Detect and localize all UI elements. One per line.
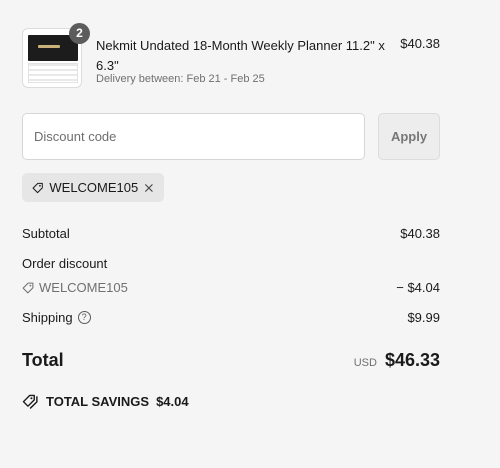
- applied-discount-code: WELCOME105: [49, 180, 139, 195]
- total-savings-value: $4.04: [156, 394, 189, 409]
- line-item-price: $40.38: [400, 36, 440, 51]
- tag-icon: [22, 282, 34, 293]
- currency-code: USD: [353, 357, 377, 369]
- total-row: Total USD $46.33: [22, 350, 440, 376]
- order-discount-label: Order discount: [22, 256, 108, 271]
- total-savings: TOTAL SAVINGS $4.04: [22, 394, 189, 409]
- discount-code-line: WELCOME105: [22, 280, 128, 295]
- shipping-label-group: Shipping ?: [22, 310, 91, 325]
- subtotal-value: $40.38: [400, 226, 440, 241]
- discount-code-form: Apply: [22, 113, 440, 160]
- discount-code-label: WELCOME105: [39, 280, 128, 295]
- planner-pages-image: [28, 63, 78, 83]
- quantity-badge: 2: [69, 23, 90, 44]
- total-amount: $46.33: [384, 350, 440, 370]
- help-circle-icon[interactable]: ?: [77, 311, 91, 324]
- total-amount-group: USD $46.33: [354, 350, 440, 371]
- discount-code-input[interactable]: [22, 113, 365, 160]
- apply-discount-button[interactable]: Apply: [378, 113, 440, 160]
- total-label: Total: [22, 350, 64, 370]
- tag-icon: [32, 182, 43, 193]
- close-icon[interactable]: [144, 182, 154, 194]
- product-title: Nekmit Undated 18-Month Weekly Planner 1…: [96, 38, 385, 73]
- shipping-value: $9.99: [407, 310, 440, 325]
- delivery-estimate: Delivery between: Feb 21 - Feb 25: [96, 73, 265, 85]
- product-thumbnail: 2: [22, 23, 90, 88]
- double-tag-icon: [22, 394, 38, 409]
- discount-amount: − $4.04: [396, 280, 440, 295]
- total-savings-label: TOTAL SAVINGS: [46, 394, 150, 409]
- applied-discount-chip: WELCOME105: [22, 173, 164, 202]
- subtotal-label: Subtotal: [22, 226, 70, 241]
- cart-line-item: 2 Nekmit Undated 18-Month Weekly Planner…: [22, 23, 440, 92]
- shipping-label: Shipping: [22, 310, 73, 325]
